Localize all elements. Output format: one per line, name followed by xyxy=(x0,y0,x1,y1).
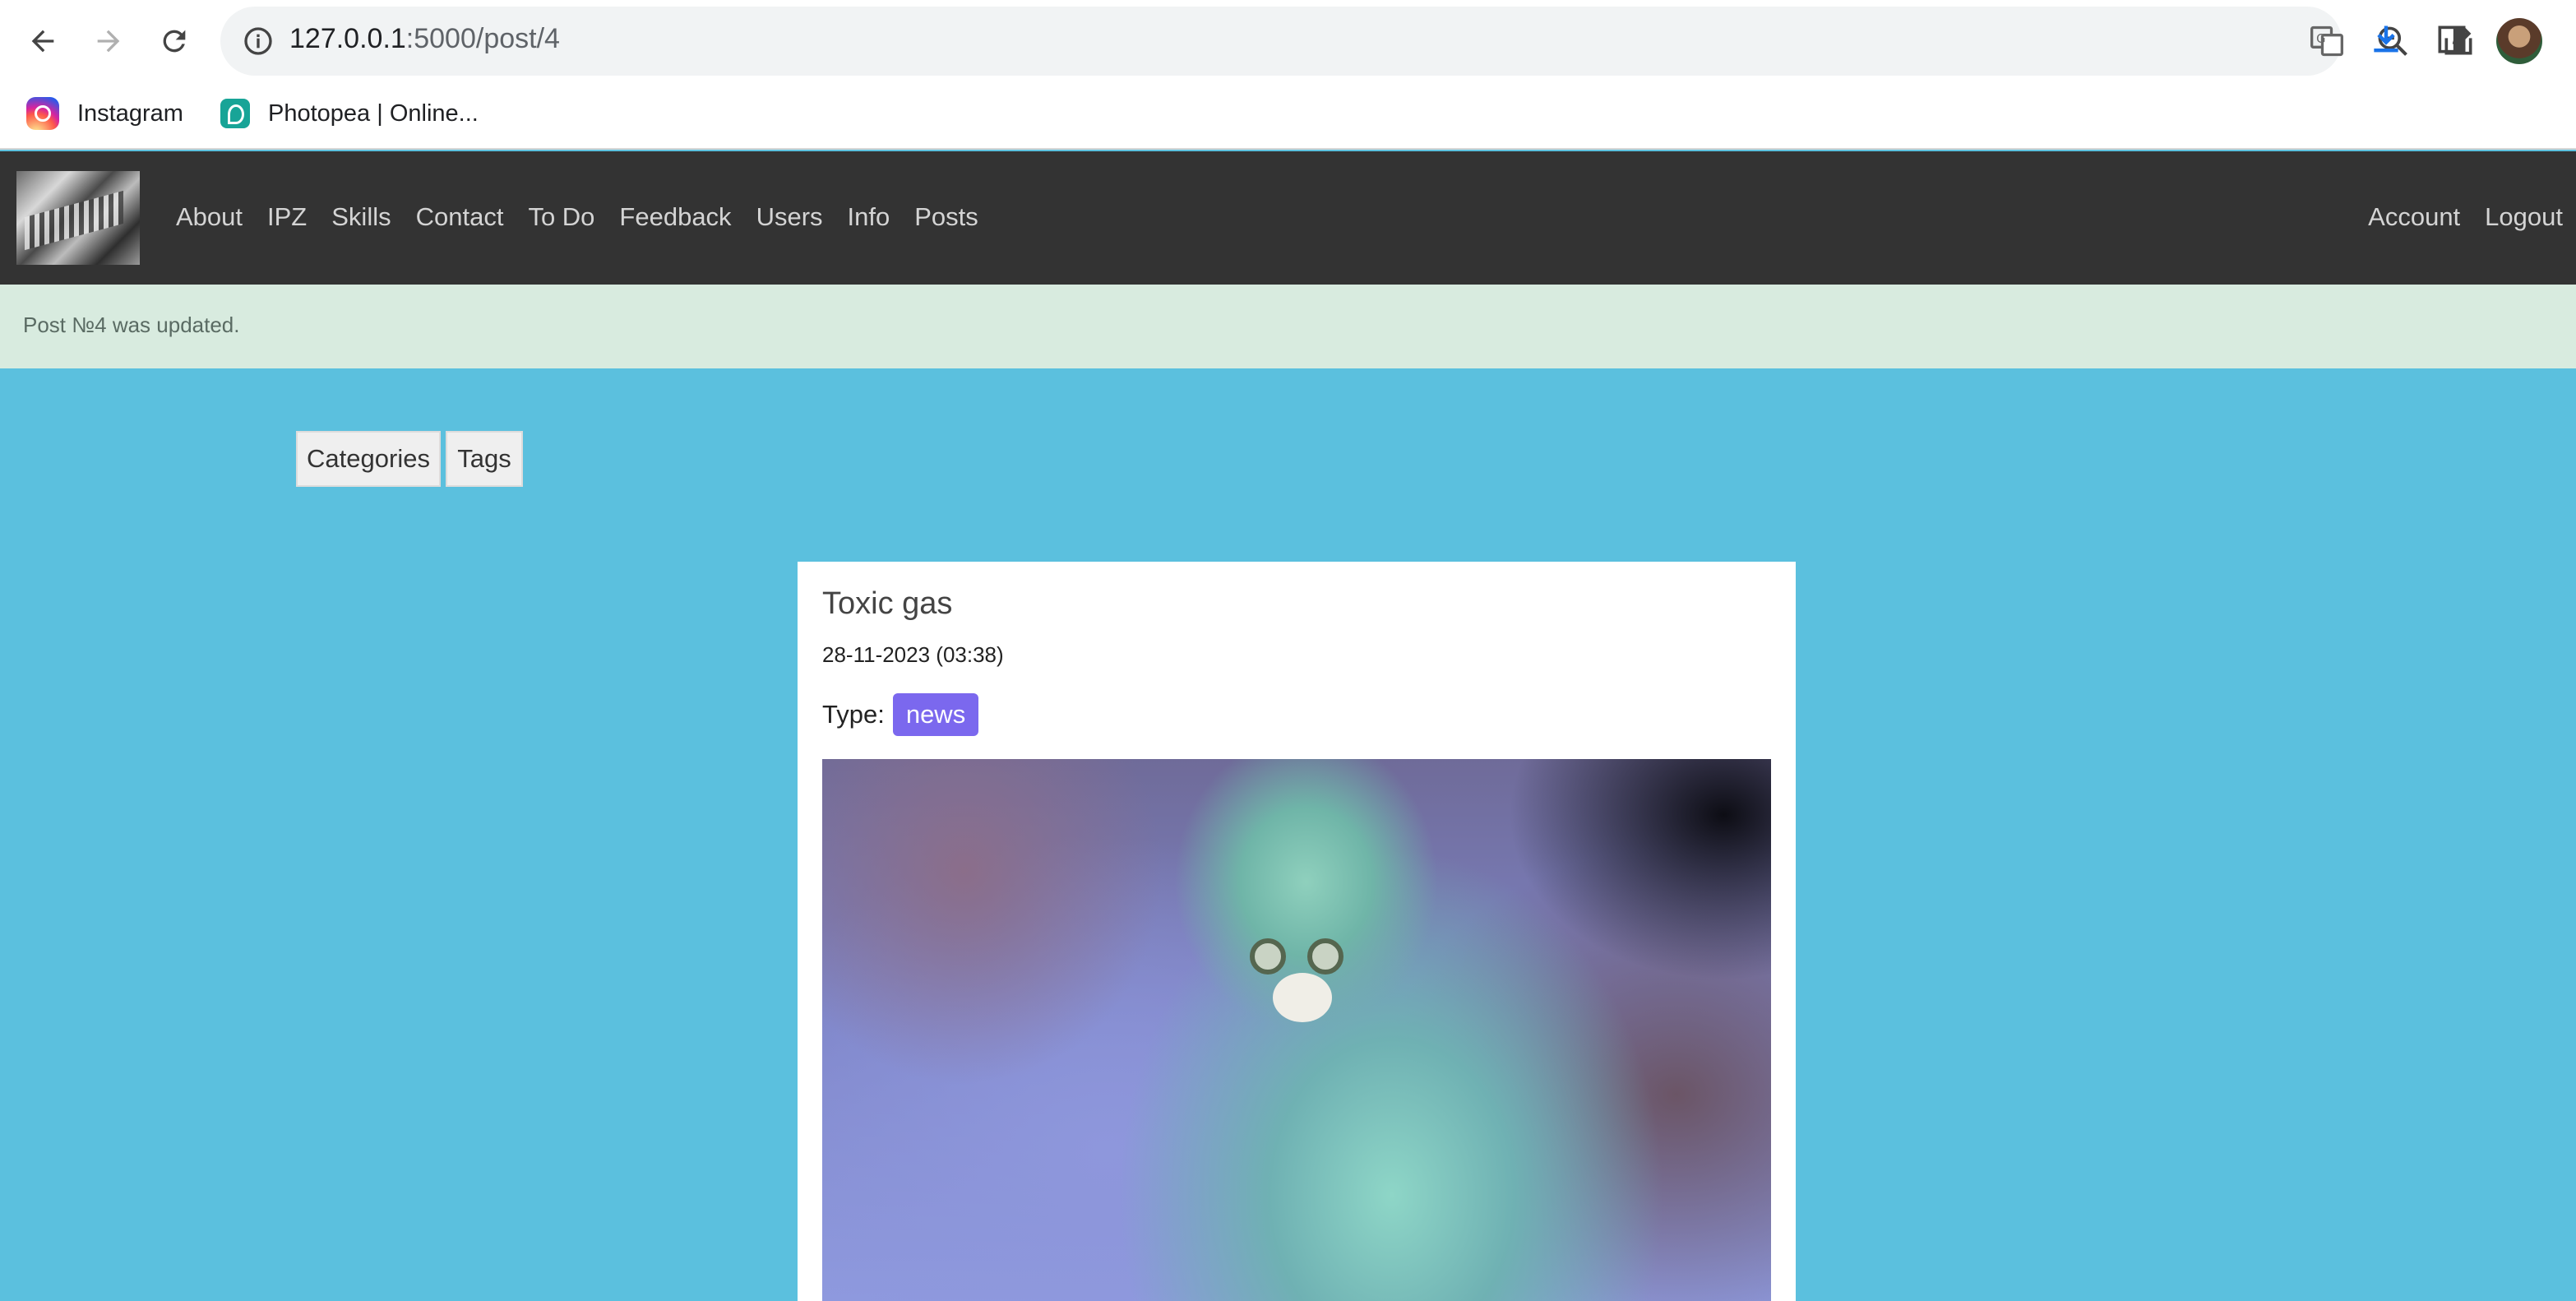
nav-posts[interactable]: Posts xyxy=(914,202,978,232)
mask-eye-right xyxy=(1307,938,1343,975)
nav-logout[interactable]: Logout xyxy=(2485,202,2563,232)
translate-icon[interactable]: G xyxy=(2309,23,2345,59)
svg-text:G: G xyxy=(2316,32,2325,46)
main-nav: About IPZ Skills Contact To Do Feedback … xyxy=(176,202,978,232)
bookmark-label: Instagram xyxy=(77,100,183,127)
nav-info[interactable]: Info xyxy=(848,202,890,232)
bookmark-photopea[interactable]: Photopea | Online... xyxy=(220,94,479,133)
post-type: Type: news xyxy=(822,693,979,736)
nav-feedback[interactable]: Feedback xyxy=(619,202,731,232)
gas-mask-filter xyxy=(1273,973,1332,1022)
forward-button[interactable] xyxy=(79,12,138,71)
nav-contact[interactable]: Contact xyxy=(416,202,504,232)
info-icon[interactable] xyxy=(242,25,275,58)
profile-avatar[interactable] xyxy=(2496,18,2542,64)
type-label: Type: xyxy=(822,700,885,729)
nav-skills[interactable]: Skills xyxy=(331,202,391,232)
arrow-left-icon xyxy=(31,30,54,53)
instagram-icon xyxy=(26,97,59,130)
categories-button[interactable]: Categories xyxy=(296,431,441,487)
browser-toolbar: 127.0.0.1:5000/post/4 G xyxy=(0,0,2576,79)
post-card: Toxic gas 28-11-2023 (03:38) Type: news xyxy=(798,562,1796,1301)
post-date: 28-11-2023 (03:38) xyxy=(822,642,1004,667)
nav-about[interactable]: About xyxy=(176,202,243,232)
arrow-right-icon xyxy=(97,30,120,53)
url-text[interactable]: 127.0.0.1:5000/post/4 xyxy=(289,23,560,55)
nav-account[interactable]: Account xyxy=(2368,202,2460,232)
nav-users[interactable]: Users xyxy=(756,202,823,232)
back-button[interactable] xyxy=(13,12,72,71)
tags-button[interactable]: Tags xyxy=(446,431,523,487)
type-badge[interactable]: news xyxy=(892,693,979,736)
post-title: Toxic gas xyxy=(822,586,953,621)
flash-text: Post №4 was updated. xyxy=(23,313,240,337)
post-image xyxy=(822,759,1771,1301)
reload-button[interactable] xyxy=(145,12,204,71)
site-navbar: About IPZ Skills Contact To Do Feedback … xyxy=(0,151,2576,285)
side-panel-icon[interactable] xyxy=(2434,21,2470,58)
photopea-icon xyxy=(220,99,250,128)
mask-eye-left xyxy=(1250,938,1286,975)
bookmark-instagram[interactable]: Instagram xyxy=(26,94,183,133)
download-icon[interactable] xyxy=(2368,21,2404,58)
address-bar[interactable]: 127.0.0.1:5000/post/4 G xyxy=(220,7,2539,76)
account-nav: Account Logout xyxy=(2368,202,2563,232)
reload-icon xyxy=(163,30,186,53)
nav-todo[interactable]: To Do xyxy=(528,202,594,232)
nav-ipz[interactable]: IPZ xyxy=(267,202,307,232)
site-logo[interactable] xyxy=(16,171,140,265)
bookmarks-bar: Instagram Photopea | Online... xyxy=(0,79,2576,150)
bookmark-label: Photopea | Online... xyxy=(268,100,479,127)
flash-message: Post №4 was updated. xyxy=(0,285,2576,368)
